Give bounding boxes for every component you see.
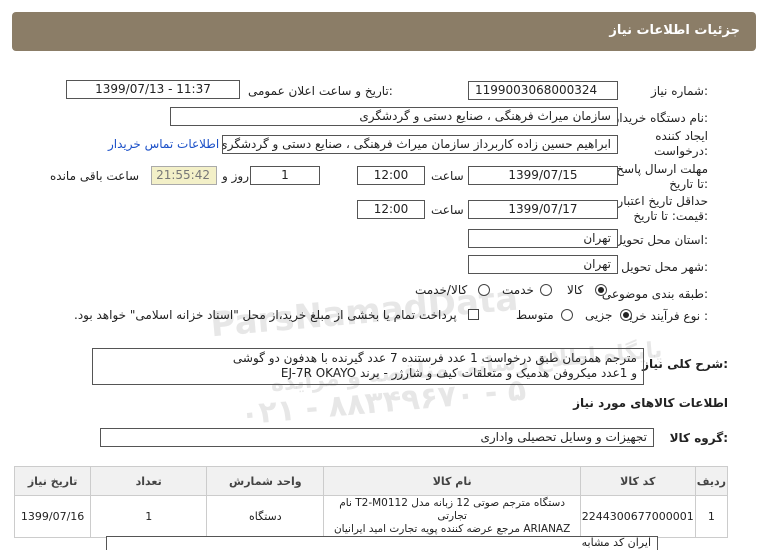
category-label: طبقه بندی موضوعی: (601, 287, 708, 301)
process-label: نوع فرآیند خرید : (623, 309, 708, 323)
page-title: جزئیات اطلاعات نیاز (609, 23, 740, 38)
table-row: 1 2244300677000001 دستگاه مترجم صوتی 12 … (13, 495, 729, 538)
category-radio-goods-service[interactable] (478, 284, 490, 296)
category-option-goods-service: کالا/خدمت (415, 283, 468, 297)
goods-group-label: گروه کالا: (669, 431, 728, 445)
payment-checkbox[interactable] (468, 309, 479, 320)
deadline-label: مهلت ارسال پاسخ: تا تاریخ: (612, 162, 708, 191)
process-radio-medium[interactable] (561, 309, 573, 321)
province-label: استان محل تحویل: (613, 233, 708, 247)
category-option-goods: کالا (567, 283, 584, 297)
cell-name-line-2: ARIANAZ مرجع عرضه کننده پویه تجارت امید … (333, 523, 571, 535)
remaining-label: ساعت باقی مانده (50, 169, 140, 183)
col-row: ردیف (694, 466, 729, 496)
buyer-org-label: نام دستگاه خریدار: (613, 111, 709, 125)
goods-info-title: اطلاعات کالاهای مورد نیاز (573, 396, 728, 410)
col-code: کد کالا (579, 466, 696, 496)
announce-datetime-label: تاریخ و ساعت اعلان عمومی: (248, 84, 393, 98)
days-label: روز و (222, 169, 249, 183)
category-option-service: خدمت (502, 283, 534, 297)
days-field: 1 (250, 166, 320, 185)
cell-name: دستگاه مترجم صوتی 12 زبانه مدل T2-M0112 … (323, 495, 581, 538)
cell-row: 1 (694, 495, 729, 538)
city-field: تهران (468, 255, 618, 274)
process-option-minor: جزیی (585, 308, 613, 322)
col-unit: واحد شمارش (206, 466, 325, 496)
deadline-date-field: 1399/07/15 (468, 166, 618, 185)
buyer-org-field: سازمان میراث فرهنگی ، صنایع دستی و گردشگ… (170, 107, 618, 126)
validity-hour-label: ساعت (431, 203, 464, 217)
description-box: مترجم همزمان طبق درخواست 1 عدد فرستنده 7… (92, 348, 644, 385)
category-radio-service[interactable] (540, 284, 552, 296)
validity-label: حداقل تاریخ اعتبار قیمت: تا تاریخ: (617, 194, 708, 223)
cell-date: 1399/07/16 (13, 495, 92, 538)
province-field: تهران (468, 229, 618, 248)
goods-table: ردیف کد کالا نام کالا واحد شمارش تعداد ت… (13, 466, 729, 538)
goods-group-field: تجهیزات و وسایل تحصیلی واداری (100, 428, 654, 447)
similar-code-box: ایران کد مشابه (106, 536, 658, 550)
city-label: شهر محل تحویل: (621, 260, 708, 274)
col-qty: تعداد (90, 466, 208, 496)
col-date: تاریخ نیاز (13, 466, 92, 496)
cell-name-line-1: دستگاه مترجم صوتی 12 زبانه مدل T2-M0112 … (339, 497, 566, 522)
announce-datetime-field: 1399/07/13 - 11:37 (66, 80, 240, 99)
requester-field: ابراهیم حسین زاده کاربرداز سازمان میراث … (222, 135, 618, 154)
payment-note: پرداخت تمام یا بخشی از مبلغ خرید،از محل … (74, 308, 457, 322)
category-radio-goods[interactable] (595, 284, 607, 296)
description-line-1: مترجم همزمان طبق درخواست 1 عدد فرستنده 7… (232, 351, 637, 365)
deadline-time-field: 12:00 (357, 166, 425, 185)
cell-qty: 1 (90, 495, 208, 538)
page-header: جزئیات اطلاعات نیاز (12, 12, 756, 51)
validity-time-field: 12:00 (357, 200, 425, 219)
cell-code: 2244300677000001 (579, 495, 696, 538)
buyer-contact-link[interactable]: اطلاعات تماس خریدار (108, 137, 219, 151)
description-line-2: و 1عدد میکروفن هدمیک و متعلقات کیف و شار… (280, 366, 637, 380)
process-option-medium: متوسط (516, 308, 554, 322)
validity-date-field: 1399/07/17 (468, 200, 618, 219)
col-name: نام کالا (323, 466, 581, 496)
goods-table-header: ردیف کد کالا نام کالا واحد شمارش تعداد ت… (13, 466, 729, 496)
requester-label: ایجاد کننده درخواست: (654, 129, 708, 158)
need-number-field: 1199003068000324 (468, 81, 618, 100)
need-number-label: شماره نیاز: (650, 84, 708, 98)
remaining-time-field: 21:55:42 (151, 166, 217, 185)
deadline-hour-label: ساعت (431, 169, 464, 183)
process-radio-minor[interactable] (620, 309, 632, 321)
description-label: شرح کلی نیاز: (642, 357, 728, 371)
cell-unit: دستگاه (206, 495, 325, 538)
